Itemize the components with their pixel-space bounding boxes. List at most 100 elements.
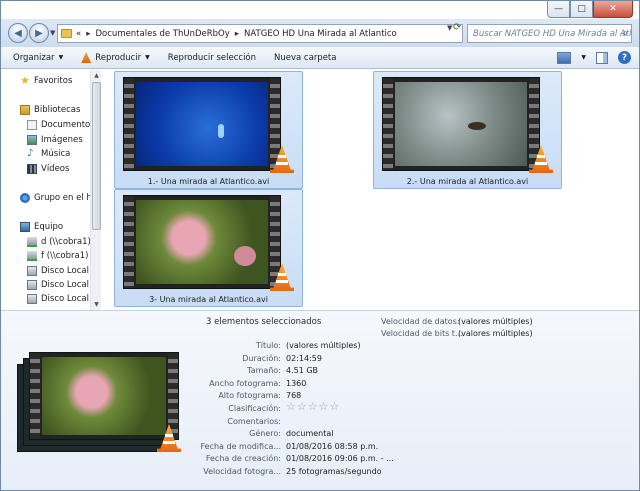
video-thumbnail xyxy=(123,195,281,289)
network-drive-icon xyxy=(27,237,37,247)
search-input[interactable]: Buscar NATGEO HD Una Mirada al Atl... ⌕ xyxy=(467,24,632,43)
vlc-icon xyxy=(81,52,92,63)
star-icon: ★ xyxy=(20,74,30,87)
nav-libraries[interactable]: Bibliotecas xyxy=(20,104,80,116)
homegroup-icon xyxy=(20,193,30,203)
minimize-button[interactable]: — xyxy=(547,1,570,18)
rating-stars[interactable]: ☆ ☆ ☆ ☆ ☆ xyxy=(286,401,340,412)
chevron-down-icon: ▼ xyxy=(58,54,64,61)
nav-local-disk-1[interactable]: Disco Local 1 xyxy=(27,265,97,277)
nav-music[interactable]: ♪ Música xyxy=(27,148,70,160)
vlc-icon xyxy=(270,145,294,173)
refresh-icon[interactable]: ⟳ xyxy=(453,22,461,33)
flower-figure xyxy=(234,246,256,267)
organize-button[interactable]: Organizar ▼ xyxy=(13,53,63,63)
nav-documents[interactable]: Documentos xyxy=(27,119,95,131)
back-arrow-icon: ◀ xyxy=(14,27,22,39)
prop-label-height: Alto fotograma: xyxy=(218,391,281,400)
file-name: 3- Una mirada al Atlantico.avi xyxy=(149,295,268,304)
file-tile[interactable]: 2.- Una mirada al Atlantico.avi xyxy=(373,71,562,189)
navigation-pane: ★ Favoritos Bibliotecas Documentos Imágen… xyxy=(1,70,101,310)
star-empty-icon[interactable]: ☆ xyxy=(330,401,340,412)
nav-videos[interactable]: Vídeos xyxy=(27,163,69,175)
selection-thumbnail-stack xyxy=(17,348,185,452)
star-empty-icon[interactable]: ☆ xyxy=(319,401,329,412)
prop-label-size: Tamaño: xyxy=(247,366,281,375)
caption-buttons: — □ ✕ xyxy=(547,1,633,18)
nav-local-disk-3[interactable]: Disco Local 3 xyxy=(27,293,97,305)
prop-label-data-rate: Velocidad de datos: xyxy=(381,317,460,326)
address-overflow[interactable]: « xyxy=(76,29,81,39)
local-disk-icon xyxy=(27,280,37,290)
video-thumbnail xyxy=(382,77,540,171)
star-empty-icon[interactable]: ☆ xyxy=(297,401,307,412)
maximize-button[interactable]: □ xyxy=(570,1,593,18)
command-bar: Organizar ▼ Reproducir ▼ Reproducir selecc… xyxy=(1,47,639,69)
vlc-icon xyxy=(270,263,294,291)
prop-value-title[interactable]: (valores múltiples) xyxy=(286,341,361,350)
nav-local-disk-2[interactable]: Disco Local 2 xyxy=(27,279,97,291)
star-empty-icon[interactable]: ☆ xyxy=(286,401,296,412)
prop-value-height: 768 xyxy=(286,391,302,400)
address-bar[interactable]: « ▸ Documentales de ThUnDeRbOy ▸ NATGEO … xyxy=(57,24,463,43)
close-button[interactable]: ✕ xyxy=(593,1,633,18)
preview-pane-icon[interactable] xyxy=(596,51,608,64)
back-button[interactable]: ◀ xyxy=(8,23,28,43)
vlc-icon xyxy=(157,424,181,452)
toolbar-right: ▼ ? xyxy=(557,51,631,64)
local-disk-icon xyxy=(27,266,37,276)
scroll-up-icon[interactable]: ▲ xyxy=(92,72,101,79)
file-name: 2.- Una mirada al Atlantico.avi xyxy=(406,177,529,186)
prop-label-modified: Fecha de modifica... xyxy=(200,442,282,451)
prop-label-title: Título: xyxy=(255,341,281,350)
prop-value-width: 1360 xyxy=(286,379,307,388)
prop-label-duration: Duración: xyxy=(242,354,281,363)
nav-computer[interactable]: Equipo xyxy=(20,221,63,233)
play-label: Reproducir xyxy=(95,52,142,63)
network-drive-icon xyxy=(27,251,37,261)
breadcrumb-natgeo[interactable]: NATGEO HD Una Mirada al Atlantico xyxy=(244,29,397,39)
prop-label-comments: Comentarios: xyxy=(227,417,281,426)
file-name: 1.- Una mirada al Atlantico.avi xyxy=(147,177,270,186)
prop-label-width: Ancho fotograma: xyxy=(209,379,281,388)
documents-icon xyxy=(27,120,37,130)
star-empty-icon[interactable]: ☆ xyxy=(308,401,318,412)
help-icon[interactable]: ? xyxy=(618,51,631,64)
scroll-down-icon[interactable]: ▼ xyxy=(92,301,101,308)
diver-figure xyxy=(217,124,224,138)
nav-scrollbar[interactable]: ▲ ▼ xyxy=(90,70,101,310)
file-tile[interactable]: 1.- Una mirada al Atlantico.avi xyxy=(114,71,303,189)
change-view-icon[interactable] xyxy=(557,51,572,64)
scroll-thumb[interactable] xyxy=(92,82,101,230)
crumb-separator[interactable]: ▸ xyxy=(86,29,90,39)
local-disk-icon xyxy=(27,294,37,304)
crumb-separator[interactable]: ▸ xyxy=(235,29,239,39)
play-selection-button[interactable]: Reproducir selección xyxy=(168,53,256,63)
organize-label: Organizar xyxy=(13,52,55,63)
prop-value-created: 01/08/2016 09:06 p.m. - ... xyxy=(286,454,394,463)
nav-favorites[interactable]: ★ Favoritos xyxy=(20,75,72,87)
file-tile[interactable]: 3- Una mirada al Atlantico.avi xyxy=(114,189,303,307)
videos-icon xyxy=(27,164,37,174)
recent-pages-dropdown[interactable]: ▼ xyxy=(50,29,55,37)
details-pane: 3 elementos seleccionados Título: (valor… xyxy=(1,310,639,490)
nav-drive-d[interactable]: d (\\cobra1) xyxy=(27,236,91,248)
forward-button[interactable]: ▶ xyxy=(29,23,49,43)
explorer-window: — □ ✕ ◀ ▶ ▼ « ▸ Documentales de ThUnDeRb… xyxy=(0,0,640,491)
selection-count: 3 elementos seleccionados xyxy=(206,317,322,327)
new-folder-label: Nueva carpeta xyxy=(274,52,337,63)
address-dropdown[interactable]: ▼ xyxy=(447,24,452,32)
new-folder-button[interactable]: Nueva carpeta xyxy=(274,53,336,63)
nav-homegroup[interactable]: Grupo en el ho xyxy=(20,192,97,204)
search-icon[interactable]: ⌕ xyxy=(622,28,628,39)
nav-pictures[interactable]: Imágenes xyxy=(27,134,83,146)
prop-value-genre[interactable]: documental xyxy=(286,429,334,438)
view-dropdown-icon[interactable]: ▼ xyxy=(581,54,586,61)
computer-icon xyxy=(20,222,30,232)
prop-value-duration: 02:14:59 xyxy=(286,354,322,363)
nav-drive-f[interactable]: f (\\cobra1) ( xyxy=(27,250,94,262)
breadcrumb-documentales[interactable]: Documentales de ThUnDeRbOy xyxy=(95,29,229,39)
folder-icon xyxy=(61,29,72,38)
play-button[interactable]: Reproducir ▼ xyxy=(81,52,150,63)
prop-label-bit-rate: Velocidad de bits t... xyxy=(381,329,463,338)
